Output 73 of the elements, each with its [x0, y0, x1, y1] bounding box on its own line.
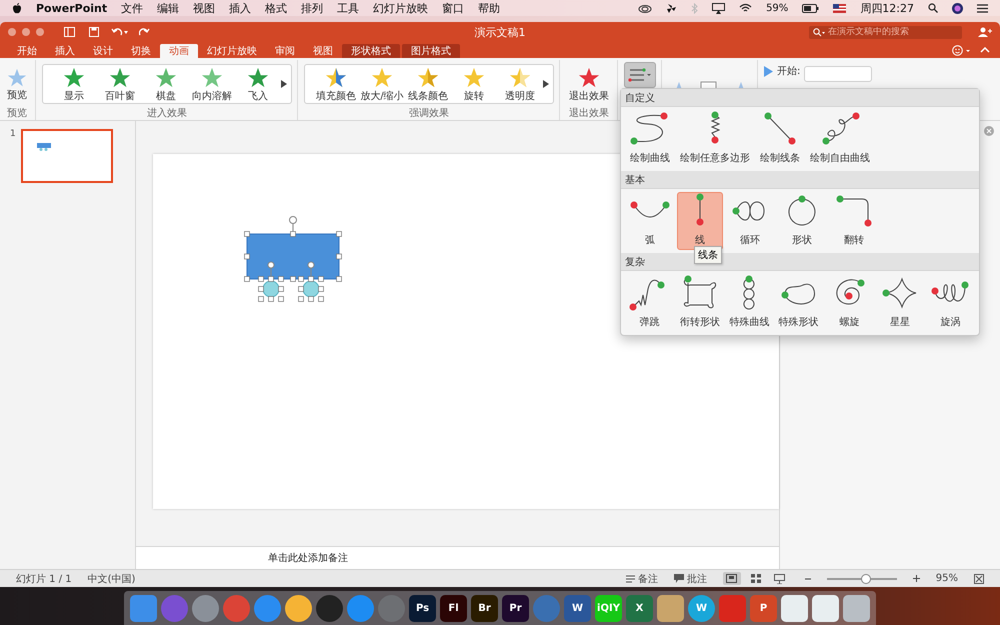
- menu-clock[interactable]: 周四12:27: [860, 0, 914, 16]
- ribbon-tab[interactable]: 视图: [304, 44, 342, 58]
- group-label: 预览: [7, 108, 27, 120]
- motion-path-item[interactable]: 弧: [625, 192, 675, 250]
- effect-item[interactable]: 填充颜色: [313, 66, 359, 102]
- app-icon[interactable]: Ps: [409, 594, 436, 622]
- slide-number: 1: [10, 129, 16, 139]
- preview-button[interactable]: 预览: [4, 66, 30, 102]
- app-icon[interactable]: Br: [471, 594, 498, 622]
- motion-path-item[interactable]: 绘制任意多边形: [677, 110, 753, 168]
- app-icon[interactable]: W: [564, 594, 591, 622]
- effect-item[interactable]: 棋盘: [143, 66, 189, 102]
- notes-button[interactable]: 备注: [626, 572, 658, 586]
- motion-path-item[interactable]: 螺旋: [825, 274, 874, 332]
- motion-path-item[interactable]: 衔转形状: [676, 274, 724, 332]
- ribbon-tab[interactable]: 设计: [84, 44, 122, 58]
- battery-percent: 59%: [766, 2, 788, 14]
- group-label: 强调效果: [409, 108, 449, 120]
- ribbon-tab[interactable]: 幻灯片放映: [198, 44, 266, 58]
- window-title: 演示文稿1: [474, 24, 526, 40]
- section-header: 自定义: [621, 89, 979, 107]
- menu-item[interactable]: 视图: [193, 0, 216, 16]
- motion-path-item[interactable]: 绘制线条: [755, 110, 805, 168]
- app-icon[interactable]: Pr: [502, 594, 529, 622]
- menu-item[interactable]: 插入: [229, 0, 252, 16]
- ribbon-tab[interactable]: 形状格式: [342, 44, 400, 58]
- app-menu[interactable]: PowerPoint: [36, 2, 108, 14]
- effect-item[interactable]: 百叶窗: [97, 66, 143, 102]
- effect-item[interactable]: 放大/缩小: [359, 66, 405, 102]
- ribbon-tab[interactable]: 图片格式: [402, 44, 460, 58]
- effect-item[interactable]: 线条颜色: [405, 66, 451, 102]
- tooltip: 线条: [694, 246, 722, 264]
- start-label: 开始:: [777, 66, 800, 77]
- motion-path-item[interactable]: 特殊曲线: [726, 274, 772, 332]
- motion-path-item[interactable]: 旋涡: [926, 274, 976, 332]
- menu-item[interactable]: 文件: [121, 0, 144, 16]
- motion-path-item[interactable]: 绘制曲线: [625, 110, 675, 168]
- menu-item[interactable]: 编辑: [157, 0, 180, 16]
- motion-path-item[interactable]: 弹跳: [625, 274, 674, 332]
- menu-item[interactable]: 排列: [301, 0, 324, 16]
- ribbon-tab[interactable]: 切换: [122, 44, 160, 58]
- ribbon-tab[interactable]: 审阅: [266, 44, 304, 58]
- motion-path-item[interactable]: 循环: [725, 192, 775, 250]
- app-icon[interactable]: X: [626, 594, 653, 622]
- group-label: 退出效果: [569, 108, 609, 120]
- ribbon-tab[interactable]: 插入: [46, 44, 84, 58]
- group-label: 进入效果: [147, 108, 187, 120]
- effect-item[interactable]: 显示: [51, 66, 97, 102]
- motion-path-item[interactable]: 形状: [777, 192, 827, 250]
- menu-item[interactable]: 幻灯片放映: [373, 0, 428, 16]
- slide-count: 幻灯片 1 / 1: [16, 572, 72, 586]
- motion-path-item[interactable]: 翻转: [829, 192, 879, 250]
- comments-button[interactable]: 批注: [674, 572, 707, 586]
- exit-effects-button[interactable]: 退出效果: [566, 64, 612, 104]
- effect-item[interactable]: 旋转: [451, 66, 497, 102]
- motion-path-item[interactable]: 星星: [876, 274, 924, 332]
- effect-item[interactable]: 飞入: [235, 66, 281, 102]
- notes-placeholder[interactable]: 单击此处添加备注: [268, 551, 348, 565]
- menu-item[interactable]: 帮助: [478, 0, 500, 16]
- effect-item[interactable]: 向内溶解: [189, 66, 235, 102]
- ribbon-tab[interactable]: 开始: [8, 44, 46, 58]
- section-header: 基本: [621, 171, 979, 189]
- motion-path-item[interactable]: 特殊形状: [774, 274, 824, 332]
- effect-item[interactable]: 透明度: [497, 66, 543, 102]
- ribbon-tab[interactable]: 动画: [160, 44, 198, 58]
- menu-item[interactable]: 格式: [265, 0, 288, 16]
- menu-item[interactable]: 窗口: [442, 0, 464, 16]
- zoom-percent: 95%: [936, 573, 958, 584]
- motion-path-item[interactable]: 绘制自由曲线: [807, 110, 873, 168]
- menu-item[interactable]: 工具: [337, 0, 360, 16]
- language-indicator[interactable]: 中文(中国): [88, 572, 136, 586]
- app-icon[interactable]: Fl: [440, 594, 467, 622]
- app-icon[interactable]: P: [750, 594, 777, 622]
